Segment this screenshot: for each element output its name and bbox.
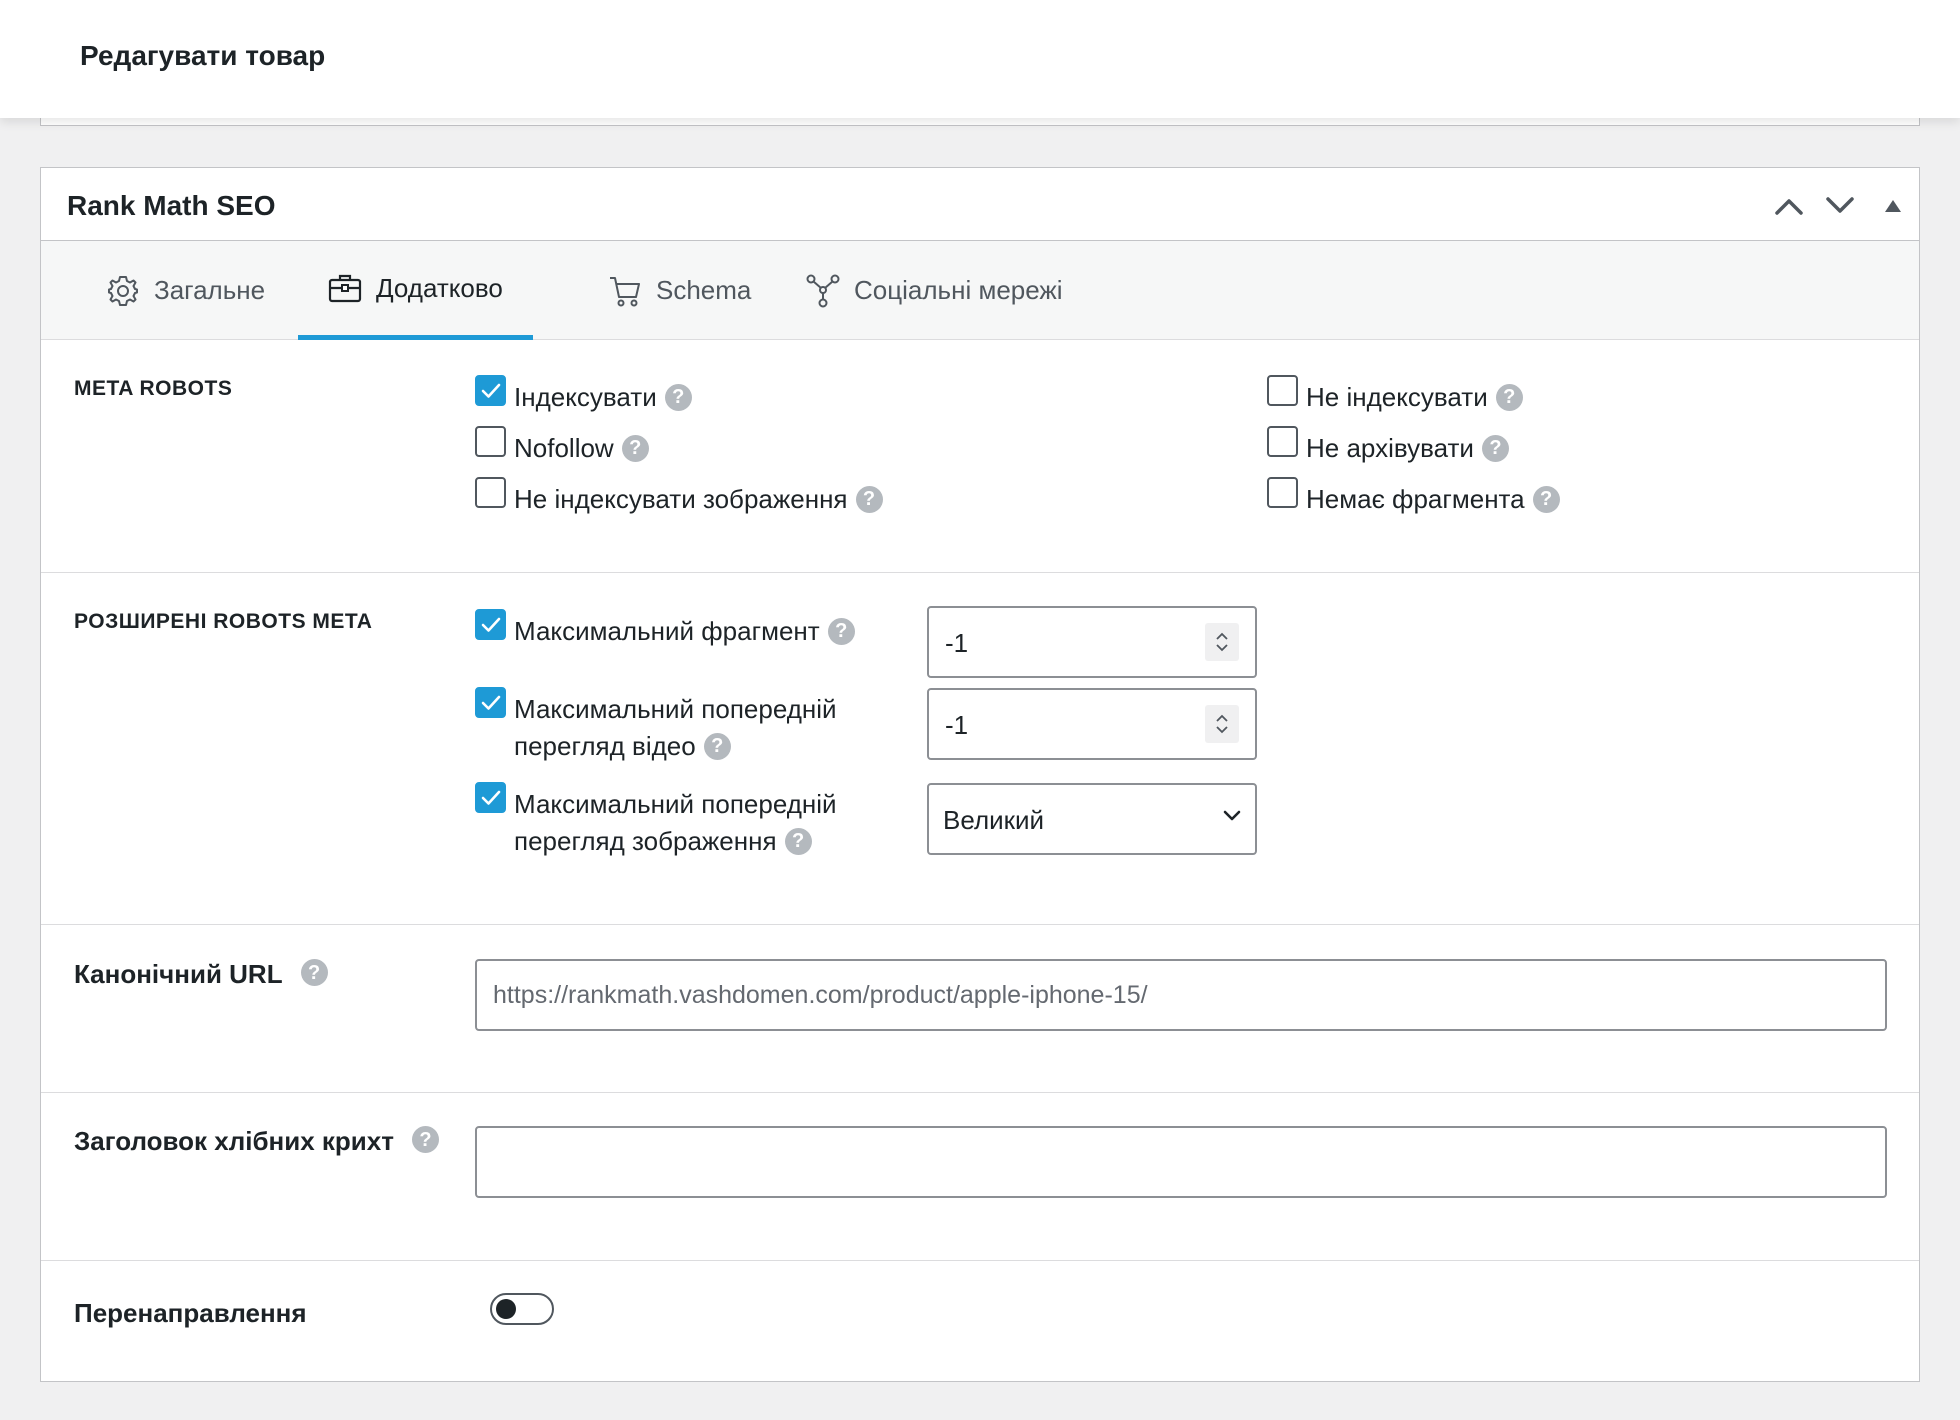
tab-general[interactable]: Загальне [76, 241, 295, 340]
option-noimageindex[interactable]: Не індексувати зображення? [475, 477, 883, 518]
tab-schema[interactable]: Schema [578, 241, 781, 340]
chevron-down-icon [1826, 197, 1854, 213]
option-max-video-preview[interactable]: Максимальний попередній перегляд відео? [475, 687, 837, 765]
tab-social-label: Соціальні мережі [854, 275, 1063, 305]
chevron-down-icon [1216, 726, 1228, 734]
max-snippet-value: -1 [945, 628, 969, 658]
help-icon[interactable]: ? [703, 732, 731, 760]
chevron-up-icon [1216, 632, 1228, 640]
section-canonical: Канонічний URL? [41, 925, 1919, 1093]
nofollow-label: Nofollow? [514, 430, 649, 467]
chevron-up-icon [1775, 199, 1803, 215]
max-snippet-number[interactable]: -1 [927, 606, 1257, 678]
help-icon[interactable]: ? [1481, 434, 1509, 462]
tab-advanced[interactable]: Додатково [298, 241, 533, 340]
option-noarchive[interactable]: Не архівувати? [1267, 426, 1509, 467]
max-video-preview-spinner[interactable] [1205, 705, 1239, 743]
canonical-label: Канонічний URL? [74, 959, 328, 990]
nosnippet-checkbox[interactable] [1267, 477, 1298, 508]
max-video-preview-label: Максимальний попередній перегляд відео? [514, 694, 837, 761]
option-nofollow[interactable]: Nofollow? [475, 426, 649, 467]
section-breadcrumb: Заголовок хлібних крихт? [41, 1093, 1919, 1261]
help-icon[interactable]: ? [855, 485, 883, 513]
checkmark-icon [481, 617, 500, 632]
tab-advanced-label: Додатково [376, 272, 503, 303]
move-up-button[interactable] [1769, 186, 1809, 226]
option-noindex[interactable]: Не індексувати? [1267, 375, 1523, 416]
chevron-up-icon [1216, 714, 1228, 722]
section-meta-robots: META ROBOTS Індексувати? Nofollow? Не ін… [41, 340, 1919, 573]
noimageindex-label: Не індексувати зображення? [514, 481, 883, 518]
advanced-robots-label: РОЗШИРЕНІ ROBOTS META [74, 610, 373, 633]
tab-schema-label: Schema [656, 275, 752, 305]
cart-icon [610, 276, 640, 306]
section-redirect: Перенаправлення [41, 1261, 1919, 1381]
help-icon[interactable]: ? [664, 383, 692, 411]
breadcrumb-title-input[interactable] [475, 1126, 1887, 1198]
chevron-down-icon [1216, 644, 1228, 652]
help-icon[interactable]: ? [300, 959, 328, 986]
max-image-preview-value: Великий [943, 805, 1045, 835]
noarchive-label: Не архівувати? [1306, 430, 1509, 467]
metabox-header: Rank Math SEO [41, 168, 1919, 241]
max-snippet-label: Максимальний фрагмент? [514, 613, 855, 650]
gear-icon [108, 275, 138, 306]
redirect-toggle[interactable] [490, 1293, 554, 1325]
meta-robots-label: META ROBOTS [74, 377, 233, 400]
canonical-url-input[interactable] [475, 959, 1887, 1031]
move-down-button[interactable] [1820, 186, 1860, 226]
noarchive-checkbox[interactable] [1267, 426, 1298, 457]
index-checkbox[interactable] [475, 375, 506, 406]
option-max-snippet[interactable]: Максимальний фрагмент? [475, 609, 855, 650]
option-nosnippet[interactable]: Немає фрагмента? [1267, 477, 1560, 518]
nosnippet-label: Немає фрагмента? [1306, 481, 1560, 518]
help-icon[interactable]: ? [1532, 485, 1560, 513]
help-icon[interactable]: ? [1495, 383, 1523, 411]
tab-general-label: Загальне [154, 275, 266, 305]
redirect-label: Перенаправлення [74, 1298, 307, 1328]
briefcase-icon [328, 274, 362, 303]
checkmark-icon [481, 695, 500, 710]
noindex-checkbox[interactable] [1267, 375, 1298, 406]
chevron-down-icon [1223, 810, 1241, 821]
help-icon[interactable]: ? [621, 434, 649, 462]
max-video-preview-value: -1 [945, 710, 969, 740]
index-label: Індексувати? [514, 379, 692, 416]
share-nodes-icon [806, 274, 840, 307]
triangle-up-icon [1885, 200, 1901, 212]
noimageindex-checkbox[interactable] [475, 477, 506, 508]
max-snippet-spinner[interactable] [1205, 623, 1239, 661]
breadcrumb-label: Заголовок хлібних крихт? [74, 1126, 439, 1157]
help-icon[interactable]: ? [827, 617, 855, 645]
checkmark-icon [481, 383, 500, 398]
tab-social[interactable]: Соціальні мережі [776, 241, 1093, 340]
help-icon[interactable]: ? [412, 1126, 439, 1153]
tabs-bar: Загальне Додатково Schema Соціальні мере… [41, 241, 1919, 340]
top-bar: Редагувати товар [0, 0, 1960, 118]
max-image-preview-checkbox[interactable] [475, 782, 506, 813]
checkmark-icon [481, 790, 500, 805]
metabox-title: Rank Math SEO [67, 190, 276, 221]
max-video-preview-number[interactable]: -1 [927, 688, 1257, 760]
rank-math-metabox: Rank Math SEO Загальне Додатково Schema … [40, 167, 1920, 1382]
max-image-preview-select[interactable]: Великий [927, 783, 1257, 855]
noindex-label: Не індексувати? [1306, 379, 1523, 416]
option-index[interactable]: Індексувати? [475, 375, 692, 416]
help-icon[interactable]: ? [784, 827, 812, 855]
option-max-image-preview[interactable]: Максимальний попередній перегляд зображен… [475, 782, 837, 860]
toggle-knob [496, 1299, 516, 1319]
collapse-toggle-button[interactable] [1873, 186, 1913, 226]
max-image-preview-label: Максимальний попередній перегляд зображен… [514, 789, 837, 856]
max-video-preview-checkbox[interactable] [475, 687, 506, 718]
page-title: Редагувати товар [80, 40, 326, 71]
max-snippet-checkbox[interactable] [475, 609, 506, 640]
nofollow-checkbox[interactable] [475, 426, 506, 457]
